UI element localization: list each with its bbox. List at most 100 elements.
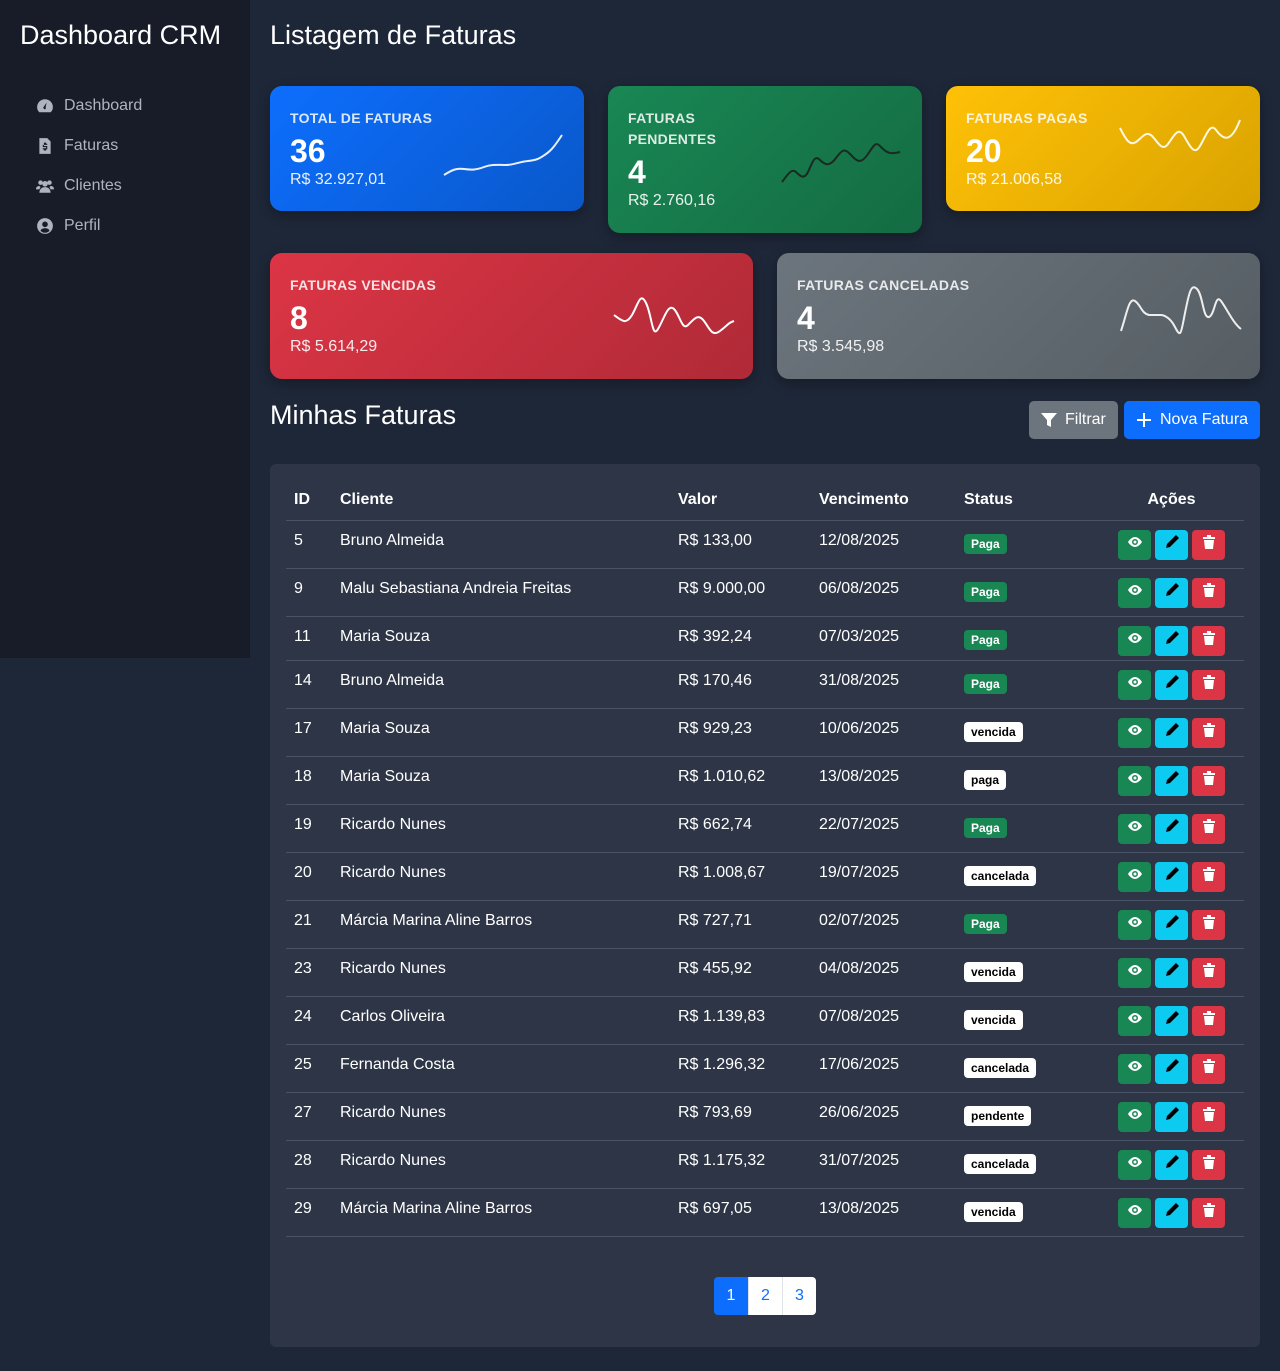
status-badge: cancelada (964, 1057, 1037, 1078)
sidebar-item-faturas[interactable]: Faturas (36, 126, 142, 166)
edit-button[interactable] (1155, 1197, 1188, 1228)
pencil-icon (1164, 1154, 1180, 1175)
card-total-faturas: TOTAL DE FATURAS 36 R$ 32.927,01 (270, 86, 584, 211)
view-button[interactable] (1118, 909, 1151, 940)
client-name: Carlos Oliveira (332, 996, 670, 1045)
eye-icon (1127, 866, 1143, 887)
table-row: 24 Carlos Oliveira R$ 1.139,83 07/08/2025 ve… (286, 996, 1244, 1045)
view-button[interactable] (1118, 1197, 1151, 1228)
delete-button[interactable] (1192, 909, 1225, 940)
eye-icon (1127, 818, 1143, 839)
delete-button[interactable] (1192, 765, 1225, 796)
table-row: 9 Malu Sebastiana Andreia Freitas R$ 9.000… (286, 568, 1244, 617)
delete-button[interactable] (1192, 529, 1225, 560)
invoice-id: 17 (286, 708, 332, 757)
column-header: Ações (1099, 480, 1244, 521)
delete-button[interactable] (1192, 861, 1225, 892)
status-cell: Paga (956, 804, 1099, 853)
due-date: 19/07/2025 (811, 852, 956, 901)
pencil-icon (1164, 1010, 1180, 1031)
actions-cell (1099, 520, 1244, 569)
new-invoice-button[interactable]: Nova Fatura (1124, 401, 1261, 439)
page-1-button[interactable]: 1 (714, 1277, 748, 1315)
view-button[interactable] (1118, 765, 1151, 796)
due-date: 07/03/2025 (811, 616, 956, 661)
view-button[interactable] (1118, 957, 1151, 988)
view-button[interactable] (1118, 1005, 1151, 1036)
edit-button[interactable] (1155, 669, 1188, 700)
card-faturas-canceladas: FATURAS CANCELADAS 4 R$ 3.545,98 (777, 253, 1260, 379)
client-name: Bruno Almeida (332, 660, 670, 709)
filter-button[interactable]: Filtrar (1029, 401, 1118, 439)
due-date: 22/07/2025 (811, 804, 956, 853)
client-name: Ricardo Nunes (332, 1140, 670, 1189)
sidebar-item-perfil[interactable]: Perfil (36, 206, 142, 246)
view-button[interactable] (1118, 861, 1151, 892)
edit-button[interactable] (1155, 1149, 1188, 1180)
actions-cell (1099, 1044, 1244, 1093)
invoice-id: 27 (286, 1092, 332, 1141)
delete-button[interactable] (1192, 1101, 1225, 1132)
edit-button[interactable] (1155, 813, 1188, 844)
view-button[interactable] (1118, 1053, 1151, 1084)
edit-button[interactable] (1155, 1005, 1188, 1036)
view-button[interactable] (1118, 1149, 1151, 1180)
delete-button[interactable] (1192, 813, 1225, 844)
invoice-value: R$ 170,46 (670, 660, 811, 709)
invoice-value: R$ 662,74 (670, 804, 811, 853)
sidebar-item-clientes[interactable]: Clientes (36, 166, 142, 206)
view-button[interactable] (1118, 813, 1151, 844)
edit-button[interactable] (1155, 717, 1188, 748)
status-badge: vencida (964, 721, 1023, 742)
delete-button[interactable] (1192, 669, 1225, 700)
invoice-id: 24 (286, 996, 332, 1045)
client-name: Maria Souza (332, 756, 670, 805)
view-button[interactable] (1118, 1101, 1151, 1132)
edit-button[interactable] (1155, 909, 1188, 940)
client-name: Bruno Almeida (332, 520, 670, 569)
pencil-icon (1164, 582, 1180, 603)
delete-button[interactable] (1192, 625, 1225, 656)
actions-cell (1099, 900, 1244, 949)
edit-button[interactable] (1155, 1101, 1188, 1132)
view-button[interactable] (1118, 625, 1151, 656)
table-row: 29 Márcia Marina Aline Barros R$ 697,05 13/… (286, 1188, 1244, 1237)
actions-cell (1099, 996, 1244, 1045)
file-invoice-dollar-icon (39, 138, 51, 154)
view-button[interactable] (1118, 529, 1151, 560)
invoice-value: R$ 133,00 (670, 520, 811, 569)
actions-cell (1099, 1140, 1244, 1189)
delete-button[interactable] (1192, 957, 1225, 988)
view-button[interactable] (1118, 577, 1151, 608)
edit-button[interactable] (1155, 957, 1188, 988)
status-badge: Paga (964, 817, 1007, 838)
edit-button[interactable] (1155, 765, 1188, 796)
edit-button[interactable] (1155, 529, 1188, 560)
delete-button[interactable] (1192, 1197, 1225, 1228)
page-3-button[interactable]: 3 (782, 1277, 816, 1315)
pencil-icon (1164, 630, 1180, 651)
delete-button[interactable] (1192, 1053, 1225, 1084)
edit-button[interactable] (1155, 1053, 1188, 1084)
pencil-icon (1164, 674, 1180, 695)
delete-button[interactable] (1192, 1005, 1225, 1036)
eye-icon (1127, 534, 1143, 555)
card-faturas-pagas: FATURAS PAGAS 20 R$ 21.006,58 (946, 86, 1260, 211)
delete-button[interactable] (1192, 717, 1225, 748)
delete-button[interactable] (1192, 577, 1225, 608)
client-name: Ricardo Nunes (332, 852, 670, 901)
invoice-value: R$ 1.139,83 (670, 996, 811, 1045)
view-button[interactable] (1118, 669, 1151, 700)
edit-button[interactable] (1155, 577, 1188, 608)
view-button[interactable] (1118, 717, 1151, 748)
status-cell: cancelada (956, 1044, 1099, 1093)
edit-button[interactable] (1155, 625, 1188, 656)
brand-title: Dashboard CRM (20, 20, 222, 50)
delete-button[interactable] (1192, 1149, 1225, 1180)
sparkline (781, 143, 901, 183)
sidebar-item-dashboard[interactable]: Dashboard (36, 86, 142, 126)
edit-button[interactable] (1155, 861, 1188, 892)
page-2-button[interactable]: 2 (748, 1277, 782, 1315)
column-header: Vencimento (811, 480, 956, 521)
due-date: 12/08/2025 (811, 520, 956, 569)
